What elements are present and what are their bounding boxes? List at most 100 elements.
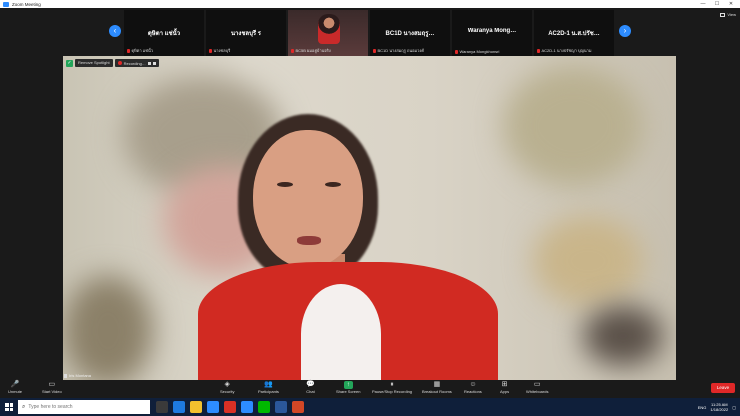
edge-icon[interactable] xyxy=(173,401,185,413)
start-button[interactable] xyxy=(0,398,18,416)
maximize-button[interactable]: ☐ xyxy=(710,1,724,7)
share-screen-button[interactable]: ↑ Share Screen xyxy=(336,381,360,394)
clock[interactable]: 11:25 AM 1/18/2022 xyxy=(710,402,728,412)
unmute-label: Unmute xyxy=(8,389,23,394)
participant-label: นางชลบุรี xyxy=(213,48,231,53)
participant-name: ดุษิตา แช่นั้ว xyxy=(147,31,181,37)
participant-label: BC1D นางสมฤรู ถนอมวงศ์ xyxy=(377,48,424,53)
leave-button[interactable]: Leave xyxy=(711,383,735,393)
share-screen-icon: ↑ xyxy=(343,381,353,389)
gallery-strip: ดุษิตา แช่นั้ว ดุษิตา แช่นั้ว นางชลบุรี … xyxy=(124,10,648,56)
mic-muted-icon xyxy=(455,49,458,54)
participant-tile[interactable]: BC1D นางสมฤรู… BC1D นางสมฤรู ถนอมวงศ์ xyxy=(370,10,450,56)
whiteboard-icon: ▭ xyxy=(533,381,541,388)
participant-tile[interactable]: นางชลบุรี ร นางชลบุรี xyxy=(206,10,286,56)
reactions-label: Reactions xyxy=(464,389,482,394)
speaker-eye xyxy=(277,182,293,187)
reactions-button[interactable]: ☺ Reactions xyxy=(464,381,482,394)
minimize-button[interactable]: — xyxy=(696,1,710,7)
line-icon[interactable] xyxy=(258,401,270,413)
participant-tile[interactable]: ดุษิตา แช่นั้ว ดุษิตา แช่นั้ว xyxy=(124,10,204,56)
participant-label: ดุษิตา แช่นั้ว xyxy=(131,48,153,53)
grid-icon xyxy=(720,12,726,17)
recording-controls-icon: ⏸ xyxy=(390,381,394,388)
participant-name: BC1D นางสมฤรู… xyxy=(385,31,435,37)
recording-controls-label: Pause/Stop Recording xyxy=(372,389,413,394)
file-explorer-icon[interactable] xyxy=(190,401,202,413)
participant-tile[interactable]: Waranya Mong… Waranya Mongkhonsri xyxy=(452,10,532,56)
share-screen-label: Share Screen xyxy=(336,389,361,394)
task-view-icon[interactable] xyxy=(156,401,168,413)
speaker-shirt xyxy=(301,284,381,380)
participant-name: AC2D-1 น.ส.ปรัช… xyxy=(548,31,600,37)
participant-label: BC5B ผมอยู่บ้านจริง xyxy=(295,48,331,53)
participant-tile[interactable]: BC5B ผมอยู่บ้านจริง xyxy=(288,10,368,56)
mic-muted-icon xyxy=(291,48,294,53)
start-video-button[interactable]: ▭ Start Video xyxy=(42,381,62,394)
chrome-icon[interactable] xyxy=(224,401,236,413)
view-button[interactable]: View xyxy=(720,12,736,17)
participants-label: Participants xyxy=(258,389,279,394)
background-blur xyxy=(533,216,643,306)
spotlight-bar: ✓ Remove Spotlight Recording… xyxy=(66,59,159,67)
participant-video xyxy=(318,14,340,44)
mic-muted-icon xyxy=(127,48,130,53)
taskbar-search[interactable]: ⌕ xyxy=(18,400,150,414)
recording-label: Recording… xyxy=(123,60,146,66)
mic-muted-icon xyxy=(537,48,540,53)
view-label: View xyxy=(727,12,736,17)
background-blur xyxy=(503,66,643,186)
title-bar: Zoom Meeting — ☐ ✕ xyxy=(0,0,740,8)
microphone-muted-icon: 🎤 xyxy=(10,381,20,388)
shield-icon: ◈ xyxy=(224,381,230,388)
whiteboards-button[interactable]: ▭ Whiteboards xyxy=(526,381,548,394)
zoom-taskbar-icon[interactable] xyxy=(241,401,253,413)
security-button[interactable]: ◈ Security xyxy=(220,381,234,394)
gallery-next-button[interactable]: › xyxy=(619,25,631,37)
notifications-icon[interactable]: ▢ xyxy=(732,405,736,410)
participant-label: Waranya Mongkhonsri xyxy=(459,49,500,54)
speaker-face xyxy=(253,130,363,268)
chat-button[interactable]: 💬 Chat xyxy=(306,381,315,394)
zoom-window: Zoom Meeting — ☐ ✕ View ‹ ดุษิตา แช่นั้ว… xyxy=(0,0,740,398)
powerpoint-icon[interactable] xyxy=(292,401,304,413)
word-icon[interactable] xyxy=(275,401,287,413)
pause-recording-icon[interactable] xyxy=(147,61,151,65)
signal-icon xyxy=(64,373,67,378)
participant-tile[interactable]: AC2D-1 น.ส.ปรัช… AC2D-1 นางปรัชญา บุญนาม xyxy=(534,10,614,56)
shield-icon: ✓ xyxy=(66,59,73,67)
clock-date: 1/18/2022 xyxy=(710,407,729,412)
store-icon[interactable] xyxy=(207,401,219,413)
taskbar-search-input[interactable] xyxy=(28,404,139,410)
recording-dot-icon xyxy=(117,61,122,65)
language-indicator[interactable]: ENG xyxy=(698,405,707,410)
background-blur xyxy=(63,276,153,380)
system-tray: ENG 11:25 AM 1/18/2022 ▢ xyxy=(698,398,736,416)
whiteboards-label: Whiteboards xyxy=(526,389,549,394)
background-blur xyxy=(583,306,663,366)
chat-label: Chat xyxy=(306,389,315,394)
start-video-label: Start Video xyxy=(42,389,62,394)
windows-logo-icon xyxy=(5,403,13,411)
mic-muted-icon xyxy=(209,48,212,53)
meeting-toolbar: 🎤 Unmute ▭ Start Video ◈ Security 👥 Part… xyxy=(0,380,740,398)
remove-spotlight-button[interactable]: Remove Spotlight xyxy=(75,59,113,67)
breakout-rooms-icon: ▦ xyxy=(433,381,441,388)
close-button[interactable]: ✕ xyxy=(724,1,738,7)
stop-recording-icon[interactable] xyxy=(152,61,156,65)
chat-icon: 💬 xyxy=(306,381,315,388)
participant-name: นางชลบุรี ร xyxy=(230,31,262,37)
speaker-name: Iris Montana xyxy=(69,373,92,378)
apps-icon: ⊞ xyxy=(501,381,508,388)
search-icon: ⌕ xyxy=(22,403,26,410)
spotlight-video xyxy=(63,56,676,380)
participants-button[interactable]: 👥 Participants xyxy=(258,381,279,394)
windows-taskbar: ⌕ ENG 11:25 AM 1/18/2022 ▢ xyxy=(0,398,740,416)
recording-controls-button[interactable]: ⏸ Pause/Stop Recording xyxy=(372,381,412,394)
apps-button[interactable]: ⊞ Apps xyxy=(500,381,509,394)
participant-label: AC2D-1 นางปรัชญา บุญนาม xyxy=(541,48,592,53)
unmute-button[interactable]: 🎤 Unmute xyxy=(8,381,22,394)
gallery-prev-button[interactable]: ‹ xyxy=(109,25,121,37)
participant-name: Waranya Mong… xyxy=(467,28,517,34)
breakout-rooms-button[interactable]: ▦ Breakout Rooms xyxy=(422,381,452,394)
